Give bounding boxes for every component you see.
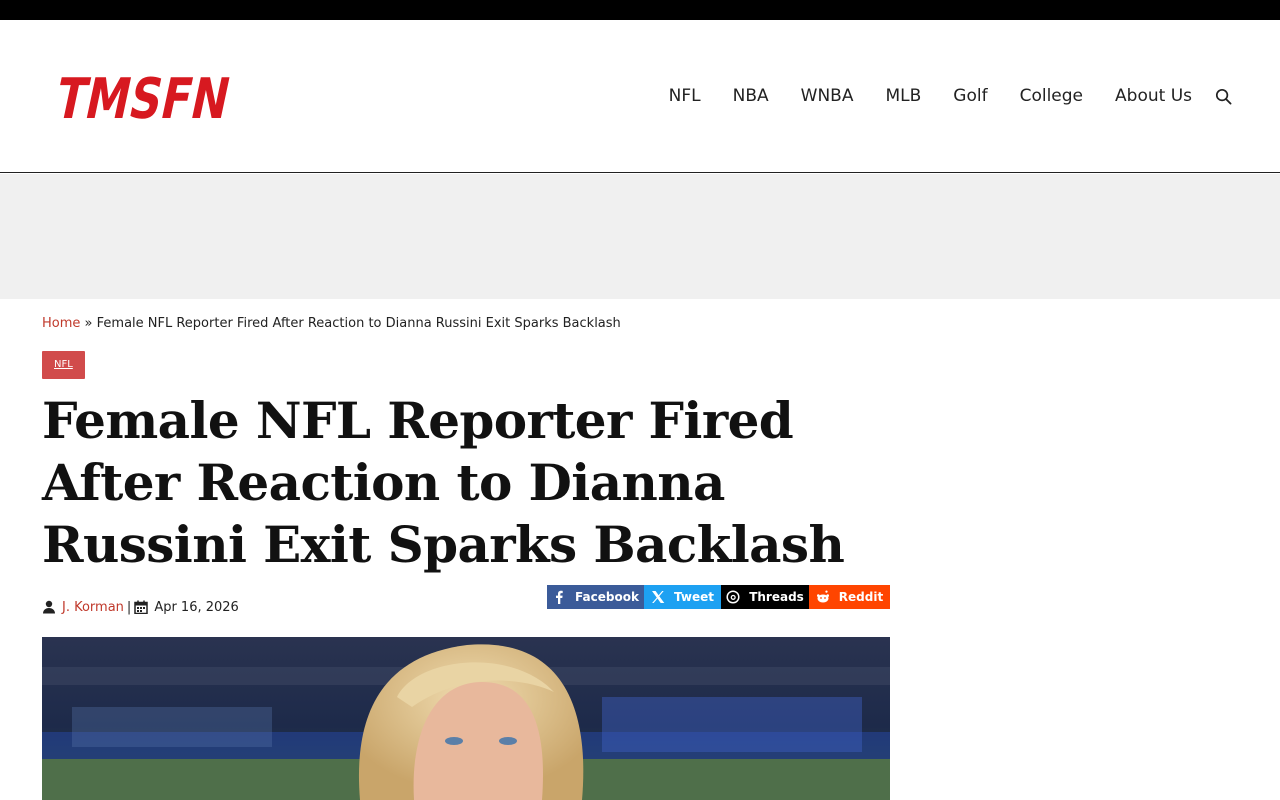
category-badge[interactable]: NFL [42,351,85,379]
main-nav: NFL NBA WNBA MLB Golf College About Us [669,84,1232,108]
nav-item-nba[interactable]: NBA [733,84,769,108]
ad-placeholder [0,174,1280,299]
nav-item-wnba[interactable]: WNBA [801,84,854,108]
breadcrumb-home-link[interactable]: Home [42,316,80,331]
facebook-icon [556,590,563,604]
site-header: TMSFN NFL NBA WNBA MLB Golf College Abou… [0,20,1280,173]
breadcrumb-separator: » [84,316,93,331]
x-icon [652,591,665,603]
reddit-icon [816,590,829,603]
top-bar [0,0,1280,20]
share-reddit-button[interactable]: Reddit [809,585,890,609]
site-logo[interactable]: TMSFN [52,56,236,128]
logo-text: TMSFN [52,67,236,128]
article-title: Female NFL Reporter Fired After Reaction… [42,391,845,574]
nav-item-nfl[interactable]: NFL [669,84,701,108]
share-reddit-label: Reddit [838,590,884,604]
nav-item-golf[interactable]: Golf [953,84,987,108]
logo-mark: TMSFN [52,67,236,128]
breadcrumb: Home » Female NFL Reporter Fired After R… [42,316,621,331]
publish-date: Apr 16, 2026 [154,599,239,615]
share-bar: Facebook Tweet Threads Reddit [547,585,890,609]
share-tweet-button[interactable]: Tweet [644,585,721,609]
nav-item-about-us[interactable]: About Us [1115,84,1192,108]
search-icon [1215,88,1231,104]
share-threads-button[interactable]: Threads [721,585,809,609]
share-tweet-label: Tweet [674,590,714,604]
user-icon [42,600,56,614]
calendar-icon [134,600,149,614]
article-meta: J. Korman | Apr 16, 2026 [42,598,239,616]
meta-separator: | [126,599,132,615]
featured-image [42,637,890,800]
share-facebook-button[interactable]: Facebook [547,585,644,609]
threads-icon [726,590,740,604]
search-button[interactable] [1214,87,1232,105]
nav-item-college[interactable]: College [1020,84,1083,108]
author-link[interactable]: J. Korman [62,600,124,615]
share-threads-label: Threads [749,590,804,604]
nav-item-mlb[interactable]: MLB [885,84,921,108]
breadcrumb-current: Female NFL Reporter Fired After Reaction… [96,316,621,331]
share-facebook-label: Facebook [575,590,639,604]
